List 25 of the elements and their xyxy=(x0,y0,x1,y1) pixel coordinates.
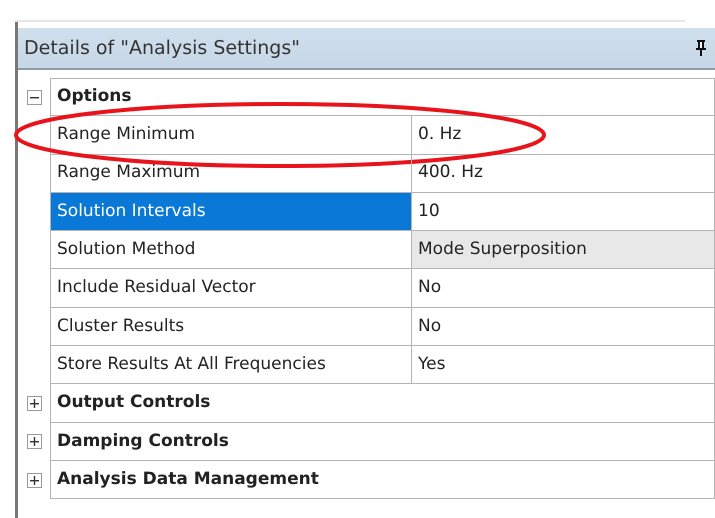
group-header[interactable]: Output Controls xyxy=(50,384,715,423)
plus-icon xyxy=(30,437,38,446)
expander-button[interactable] xyxy=(26,434,42,450)
property-name[interactable]: Include Residual Vector xyxy=(50,269,411,308)
dropdown-field[interactable]: Mode Superposition xyxy=(411,231,715,270)
plus-icon xyxy=(30,399,38,408)
property-value[interactable]: No xyxy=(411,308,715,346)
property-value[interactable]: 0. Hz xyxy=(411,116,715,155)
property-value[interactable]: Yes xyxy=(411,346,715,384)
property-name[interactable]: Store Results At All Frequencies xyxy=(50,346,411,384)
property-name[interactable]: Cluster Results xyxy=(50,308,411,346)
expander-button[interactable] xyxy=(26,396,42,412)
property-name[interactable]: Range Minimum xyxy=(50,116,411,155)
property-value[interactable]: 400. Hz xyxy=(411,154,715,193)
property-name[interactable]: Solution Method xyxy=(50,231,411,270)
group-header[interactable]: Analysis Data Management xyxy=(50,460,715,500)
expander-button[interactable] xyxy=(26,90,42,105)
panel-title: Details of "Analysis Settings" xyxy=(24,36,300,61)
property-value[interactable]: No xyxy=(411,269,715,308)
expander-button[interactable] xyxy=(26,472,42,488)
plus-icon xyxy=(30,476,38,485)
pin-icon[interactable] xyxy=(695,39,707,57)
property-name[interactable]: Solution Intervals xyxy=(50,192,411,232)
group-header[interactable]: Options xyxy=(50,78,715,116)
group-header[interactable]: Damping Controls xyxy=(50,422,715,461)
